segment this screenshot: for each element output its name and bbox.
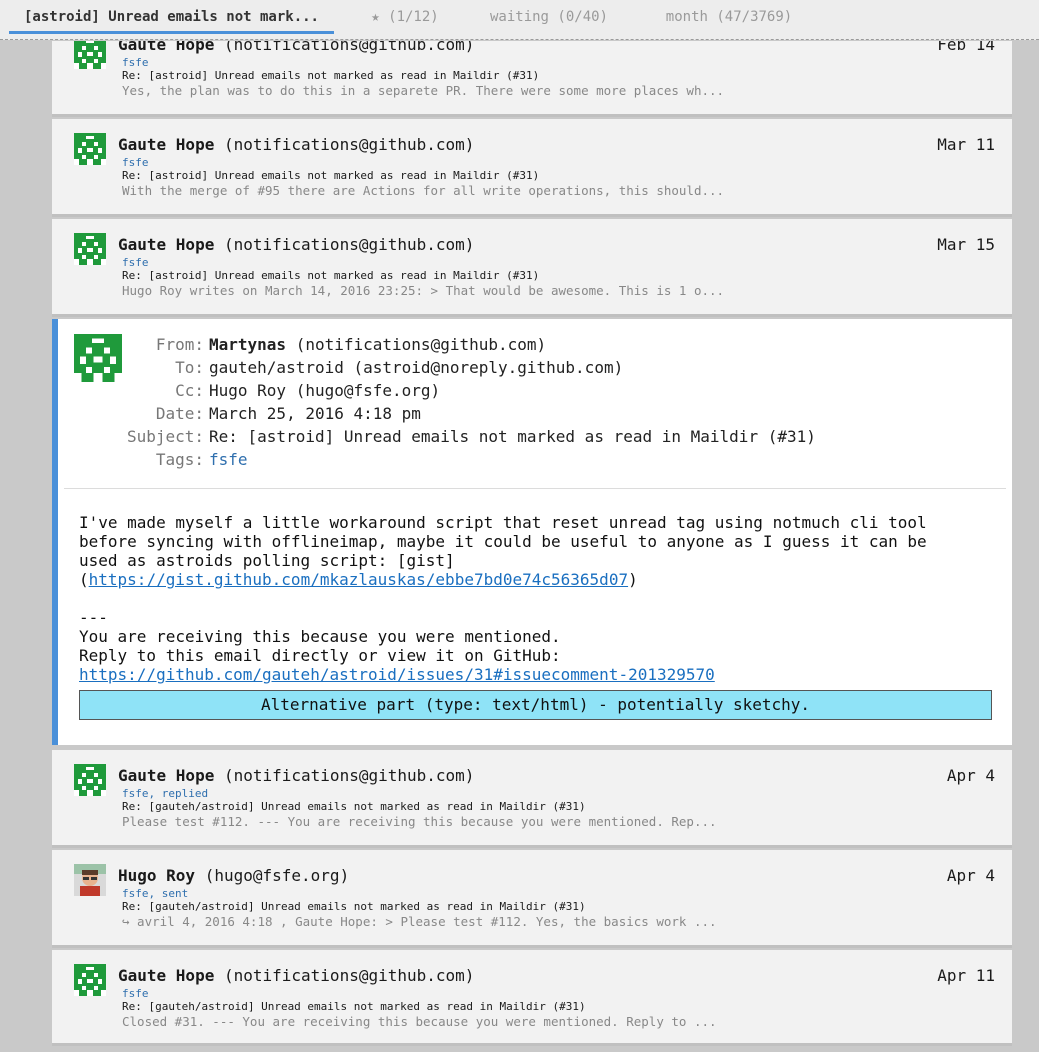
tags-label: Tags: [155,450,204,469]
gist-link[interactable]: https://gist.github.com/mkazlauskas/ebbe… [89,570,628,589]
signature-line: You are receiving this because you were … [79,627,561,646]
subject-value: Re: [astroid] Unread emails not marked a… [209,427,816,446]
message-date: Feb 14 [937,41,995,54]
avatar-photo-icon [74,864,106,896]
message-subject: Re: [gauteh/astroid] Unread emails not m… [122,800,586,813]
sender-name: Hugo Roy [118,866,196,885]
tab-month[interactable]: month (47/3769) [648,0,810,34]
message-collapsed[interactable]: Gaute Hope (notifications@github.com) Ap… [52,750,1012,848]
message-preview: Yes, the plan was to do this in a separe… [122,83,725,98]
message-tags: fsfe [122,256,149,269]
date-label: Date: [155,404,204,423]
sender-email: (notifications@github.com) [223,766,475,785]
to-label: To: [175,358,204,377]
signature-separator: --- [79,608,108,627]
tags-value[interactable]: fsfe [209,450,248,469]
message-preview: ↪ avril 4, 2016 4:18 , Gaute Hope: > Ple… [122,914,717,929]
sender-name: Gaute Hope [118,41,215,54]
sender-name: Gaute Hope [118,235,215,254]
message-subject: Re: [astroid] Unread emails not marked a… [122,169,540,182]
sender: Hugo Roy (hugo@fsfe.org) [118,866,349,885]
message-tags: fsfe, sent [122,887,189,900]
message-tags: fsfe [122,156,149,169]
message-date: Apr 11 [937,966,995,985]
avatar-icon [74,133,106,165]
subject-label: Subject: [126,427,204,446]
github-issue-link[interactable]: https://github.com/gauteh/astroid/issues… [79,665,715,684]
body-line: before syncing with offlineimap, maybe i… [79,532,927,551]
message-collapsed[interactable]: Hugo Roy (hugo@fsfe.org) Apr 4 fsfe, sen… [52,850,1012,948]
body-line: I've made myself a little workaround scr… [79,513,927,532]
tab-thread-unread-emails[interactable]: [astroid] Unread emails not mark... [9,0,334,34]
sender-email: (notifications@github.com) [223,966,475,985]
signature-line: Reply to this email directly or view it … [79,646,561,665]
message-subject: Re: [gauteh/astroid] Unread emails not m… [122,1000,586,1013]
header-divider [64,488,1006,489]
avatar-icon [74,764,106,796]
sender: Gaute Hope (notifications@github.com) [118,135,474,154]
tab-bar: [astroid] Unread emails not mark... ★ (1… [0,0,1039,40]
message-preview: Hugo Roy writes on March 14, 2016 23:25:… [122,283,725,298]
sender: Gaute Hope (notifications@github.com) [118,766,474,785]
message-collapsed[interactable]: Gaute Hope (notifications@github.com) Fe… [52,41,1012,117]
sender: Gaute Hope (notifications@github.com) [118,41,474,54]
message-date: Apr 4 [946,866,995,885]
avatar-icon [74,964,106,996]
cc-label: Cc: [175,381,204,400]
cc-value: Hugo Roy (hugo@fsfe.org) [209,381,441,400]
sender-email: (notifications@github.com) [223,41,475,54]
message-preview: With the merge of #95 there are Actions … [122,183,725,198]
message-tags: fsfe [122,56,149,69]
message-tags: fsfe, replied [122,787,209,800]
sender-email: (notifications@github.com) [223,135,475,154]
sender: Gaute Hope (notifications@github.com) [118,966,474,985]
from-label: From: [155,335,204,354]
sender-email: (notifications@github.com) [223,235,475,254]
sender-email: (hugo@fsfe.org) [204,866,350,885]
sender-name: Gaute Hope [118,766,215,785]
gist-paren-close: ) [628,570,638,589]
message-date: Mar 11 [937,135,995,154]
tab-waiting[interactable]: waiting (0/40) [478,0,620,34]
message-date: Mar 15 [937,235,995,254]
gist-paren-open: ( [79,570,89,589]
message-collapsed[interactable]: Gaute Hope (notifications@github.com) Ma… [52,219,1012,317]
avatar-icon [74,41,106,69]
message-date: Apr 4 [946,766,995,785]
from-name: Martynas [209,335,287,354]
message-preview: Closed #31. --- You are receiving this b… [122,1014,717,1029]
to-value: gauteh/astroid (astroid@noreply.github.c… [209,358,624,377]
message-subject: Re: [astroid] Unread emails not marked a… [122,269,540,282]
message-expanded[interactable]: From: Martynas (notifications@github.com… [52,319,1012,745]
date-value: March 25, 2016 4:18 pm [209,404,421,423]
from-value: Martynas (notifications@github.com) [209,335,546,354]
message-collapsed[interactable]: Gaute Hope (notifications@github.com) Ma… [52,119,1012,217]
from-email: (notifications@github.com) [295,335,547,354]
body-line: used as astroids polling script: [gist] [79,551,455,570]
thread-view: Gaute Hope (notifications@github.com) Fe… [0,41,1039,1046]
message-preview: Please test #112. --- You are receiving … [122,814,717,829]
sender: Gaute Hope (notifications@github.com) [118,235,474,254]
alternative-part-button[interactable]: Alternative part (type: text/html) - pot… [79,690,992,720]
avatar-icon [74,233,106,265]
sender-name: Gaute Hope [118,135,215,154]
message-subject: Re: [gauteh/astroid] Unread emails not m… [122,900,586,913]
message-collapsed[interactable]: Gaute Hope (notifications@github.com) Ap… [52,950,1012,1046]
message-subject: Re: [astroid] Unread emails not marked a… [122,69,540,82]
tab-starred[interactable]: ★ (1/12) [340,0,470,34]
message-tags: fsfe [122,987,149,1000]
sender-name: Gaute Hope [118,966,215,985]
message-body: I've made myself a little workaround scr… [79,513,979,684]
avatar-icon [74,334,122,382]
